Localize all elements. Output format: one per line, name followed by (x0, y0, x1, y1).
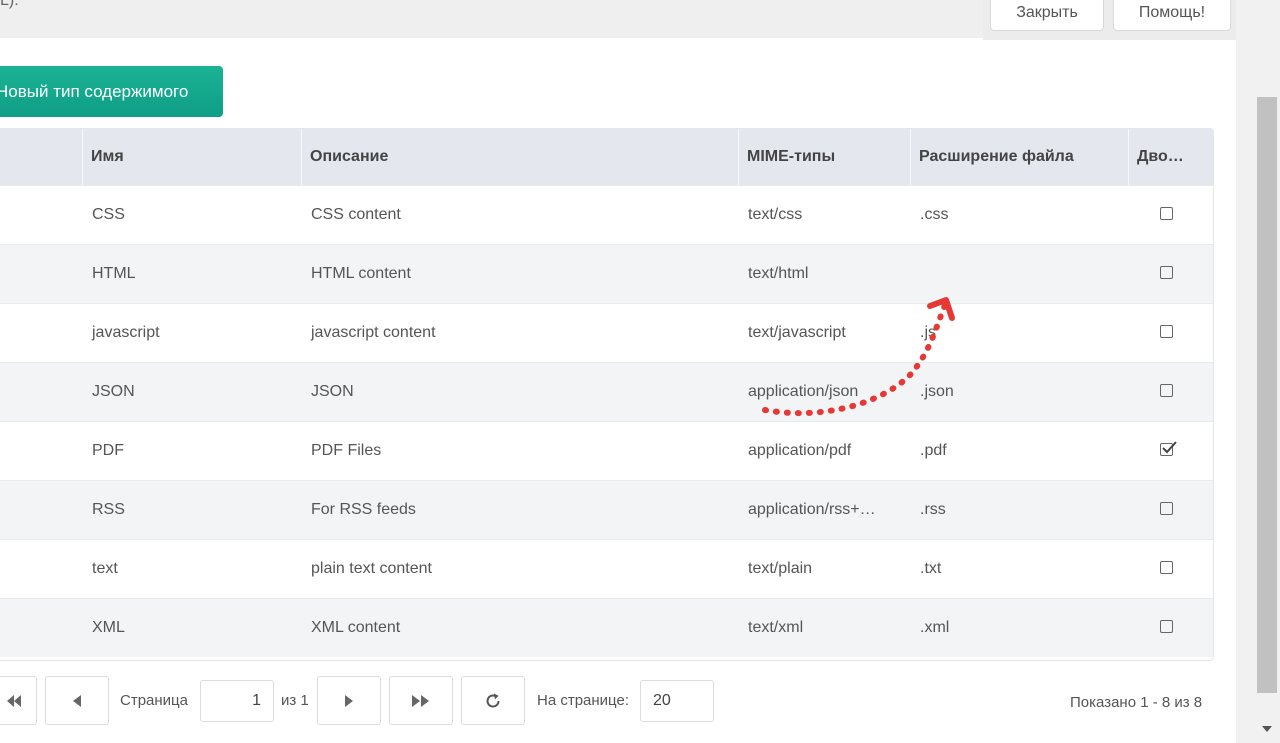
cell-description: javascript content (311, 324, 436, 341)
pagination-bar: Страница из 1 На странице: Показано 1 - … (0, 676, 1236, 728)
cell-name: text (92, 560, 118, 577)
cell-mime: application/rss+… (748, 501, 876, 518)
column-header-binary[interactable]: Дво… (1128, 129, 1213, 185)
cell-extension: .css (920, 206, 949, 223)
table-row[interactable]: javascript javascript content text/javas… (0, 303, 1213, 362)
cell-extension (910, 245, 1128, 304)
table-row[interactable]: CSS CSS content text/css .css (0, 185, 1213, 244)
table-row[interactable]: HTML HTML content text/html (0, 244, 1213, 303)
cell-extension: .xml (920, 619, 950, 636)
next-page-button[interactable] (317, 676, 381, 725)
column-header-description[interactable]: Описание (301, 129, 738, 185)
cell-description: HTML content (311, 265, 411, 282)
cell-extension: .pdf (920, 442, 947, 459)
page-label: Страница (120, 692, 188, 709)
cell-name: PDF (92, 442, 124, 459)
next-page-icon (345, 694, 353, 707)
page-count-label: из 1 (281, 692, 309, 709)
cell-mime: text/css (748, 206, 803, 223)
page-number-input[interactable] (200, 680, 274, 722)
first-page-icon (6, 694, 21, 707)
refresh-icon (486, 693, 500, 707)
table-row[interactable]: text plain text content text/plain .txt (0, 539, 1213, 598)
content-types-table: Имя Описание MIME-типы Расширение файла … (0, 128, 1214, 661)
new-content-type-label: Новый тип содержимого (0, 81, 189, 101)
cell-mime: text/plain (748, 560, 813, 577)
cell-name: JSON (92, 383, 135, 400)
last-page-icon (412, 694, 429, 707)
binary-checkbox[interactable] (1160, 207, 1173, 220)
cell-name: RSS (92, 501, 125, 518)
cell-mime: application/pdf (748, 442, 852, 459)
cell-name: XML (92, 619, 125, 636)
page-size-input[interactable] (640, 680, 714, 722)
table-row[interactable]: JSON JSON application/json .json (0, 362, 1213, 421)
cell-name: javascript (92, 324, 160, 341)
cell-name: HTML (92, 265, 136, 282)
column-header-mime[interactable]: MIME-типы (738, 129, 910, 185)
cell-description: plain text content (311, 560, 432, 577)
scroll-down-arrow-icon[interactable] (1262, 726, 1272, 732)
refresh-button[interactable] (461, 676, 525, 725)
binary-checkbox-checked[interactable] (1160, 441, 1177, 456)
binary-checkbox[interactable] (1160, 325, 1173, 338)
table-header: Имя Описание MIME-типы Расширение файла … (0, 129, 1213, 185)
cell-description: For RSS feeds (311, 501, 416, 518)
cell-extension: .js (920, 324, 936, 341)
cell-name: CSS (92, 206, 125, 223)
binary-checkbox[interactable] (1160, 384, 1173, 397)
check-icon (1162, 441, 1177, 454)
cell-extension: .rss (920, 501, 946, 518)
table-row[interactable]: XML XML content text/xml .xml (0, 598, 1213, 657)
column-header-extension[interactable]: Расширение файла (910, 129, 1128, 185)
last-page-button[interactable] (389, 676, 453, 725)
table-row[interactable]: PDF PDF Files application/pdf .pdf (0, 421, 1213, 480)
cell-description: JSON (311, 383, 354, 400)
column-header-name[interactable]: Имя (82, 129, 301, 185)
help-button[interactable]: Помощь! (1113, 0, 1231, 31)
cell-mime: text/javascript (748, 324, 846, 341)
binary-checkbox[interactable] (1160, 266, 1173, 279)
cell-mime: application/json (748, 383, 859, 400)
close-button[interactable]: Закрыть (990, 0, 1104, 31)
cell-mime: text/xml (748, 619, 804, 636)
table-row[interactable]: RSS For RSS feeds application/rss+… .rss (0, 480, 1213, 539)
binary-checkbox[interactable] (1160, 620, 1173, 633)
cell-description: XML content (311, 619, 401, 636)
column-header-select[interactable] (0, 129, 82, 185)
new-content-type-button[interactable]: Новый тип содержимого (0, 66, 223, 117)
cell-description: PDF Files (311, 442, 382, 459)
prev-page-icon (73, 694, 81, 707)
cell-description: CSS content (311, 206, 401, 223)
per-page-label: На странице: (537, 692, 629, 709)
first-page-button[interactable] (0, 676, 37, 725)
binary-checkbox[interactable] (1160, 502, 1173, 515)
cell-extension: .json (920, 383, 954, 400)
cell-mime: text/html (748, 265, 809, 282)
scrollbar-thumb[interactable] (1257, 97, 1277, 693)
records-shown-text: Показано 1 - 8 из 8 (1070, 694, 1203, 711)
prev-page-button[interactable] (45, 676, 109, 725)
header-text: L). (0, 0, 19, 9)
binary-checkbox[interactable] (1160, 561, 1173, 574)
cell-extension: .txt (920, 560, 942, 577)
